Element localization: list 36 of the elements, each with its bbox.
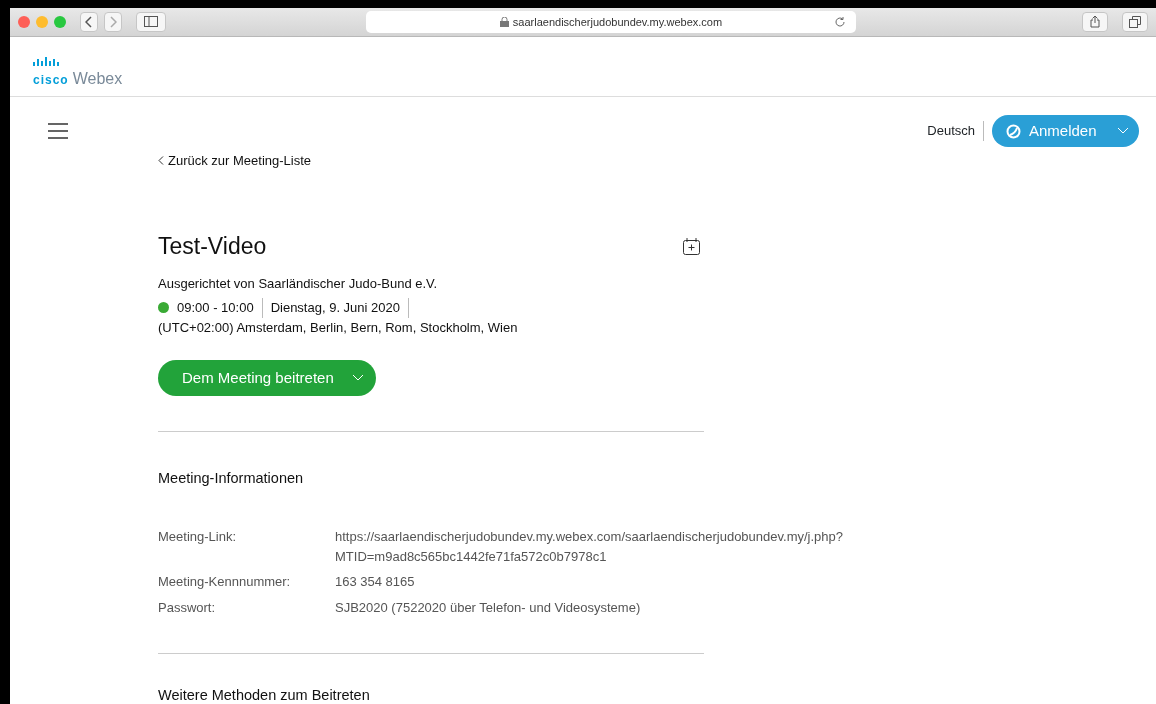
- host-text: Ausgerichtet von Saarländischer Judo-Bund e.V.: [158, 275, 439, 294]
- sidebar-icon: [144, 16, 158, 28]
- field-label: Passwort:: [158, 598, 217, 617]
- sidebar-button[interactable]: [136, 11, 166, 32]
- close-window-icon[interactable]: [18, 15, 30, 28]
- field-label: Meeting-Kennnummer:: [158, 573, 292, 592]
- menu-icon[interactable]: [48, 123, 68, 140]
- logo-text: Webex: [72, 68, 123, 89]
- logo-text: cisco: [33, 73, 69, 86]
- meeting-time: 09:00 - 10:00: [177, 299, 254, 318]
- add-to-calendar-icon[interactable]: [683, 238, 700, 255]
- chevron-left-icon: [158, 156, 164, 166]
- meeting-date: Dienstag, 9. Juni 2020: [270, 299, 400, 318]
- field-value: 163 354 8165: [335, 573, 415, 592]
- tabs-button[interactable]: [1122, 11, 1148, 32]
- section-heading: Weitere Methoden zum Beitreten: [158, 688, 371, 704]
- field-value: https://saarlaendischerjudobundev.my.webex.com/saarlaendischerjudobundev.my/j.php? MTID=m9ad8c565bc1442fe71fa572c0b7978c1: [335, 528, 843, 566]
- back-link[interactable]: Zurück zur Meeting-Liste: [168, 151, 312, 171]
- timezone-text: (UTC+02:00) Amsterdam, Berlin, Bern, Rom, Stockholm, Wien: [158, 318, 519, 337]
- field-label: Meeting-Link:: [158, 528, 238, 547]
- logo-icon: [33, 56, 59, 66]
- address-field[interactable]: saarlaendischerjudobundev.my.webex.com: [366, 10, 856, 33]
- back-button[interactable]: [80, 11, 98, 32]
- meeting-title: Test-Video: [158, 232, 267, 261]
- language-link[interactable]: Deutsch: [927, 121, 975, 141]
- share-icon: [1090, 15, 1100, 29]
- forward-icon: [109, 15, 117, 28]
- chevron-down-icon: [1117, 127, 1129, 136]
- field-value: SJB2020 (7522020 über Telefon- und Videosysteme): [335, 598, 641, 617]
- reload-icon[interactable]: [834, 15, 846, 28]
- back-icon: [85, 15, 93, 28]
- lock-icon: [499, 16, 509, 27]
- chevron-down-icon: [351, 374, 364, 383]
- tabs-icon: [1129, 15, 1141, 28]
- section-heading: Meeting-Informationen: [158, 469, 305, 489]
- webex-icon: [1006, 123, 1021, 139]
